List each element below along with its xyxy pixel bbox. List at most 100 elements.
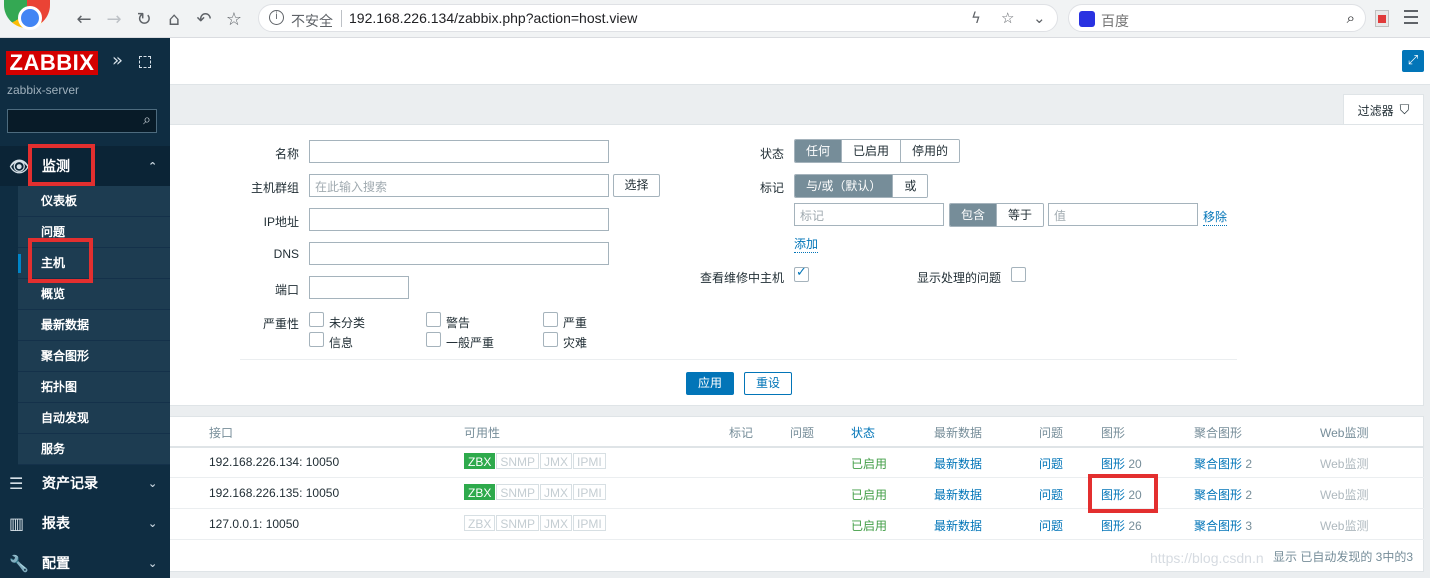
row-web-link: Web监测 [1320,457,1369,471]
status-segmented-control: 任何 已启用 停用的 [794,139,961,163]
row-divider [170,508,1424,509]
row-latest-data-link[interactable]: 最新数据 [934,455,982,472]
sidebar-item-services[interactable]: 服务 [18,434,170,465]
dns-input[interactable] [309,242,609,265]
row-status[interactable]: 已启用 [851,486,887,503]
screens-link-label: 聚合图形 [1194,488,1243,502]
collapse-sidebar-icon[interactable]: » [112,50,123,71]
fullscreen-icon[interactable]: ⤢ [1402,50,1424,72]
nav-section-inventory[interactable]: ☰ 资产记录 ⌄ [0,463,170,503]
sidebar-item-hosts[interactable]: 主机 [18,248,170,279]
kiosk-mode-icon[interactable] [139,56,151,68]
pdf-icon[interactable] [1375,10,1389,27]
status-option-disabled[interactable]: 停用的 [901,140,960,162]
tag-eval-and-or[interactable]: 与/或（默认） [795,175,894,197]
graphs-link-label: 图形 [1101,457,1126,471]
lightning-icon[interactable]: ϟ [971,9,981,27]
select-hostgroup-button[interactable]: 选择 [613,174,660,197]
nav-section-monitoring[interactable]: 👁 监测 ⌃ [0,146,170,186]
severity-checkbox-not-classified[interactable] [309,312,324,327]
row-problems-link[interactable]: 问题 [1039,486,1063,503]
graphs-link-label: 图形 [1101,488,1126,502]
table-footer-count: 显示 已自动发现的 3中的3 [1273,550,1414,564]
filter-divider [240,359,1237,360]
sidebar-item-problems[interactable]: 问题 [18,217,170,248]
chevron-down-icon[interactable]: ⌄ [1033,9,1046,27]
status-option-enabled[interactable]: 已启用 [842,140,902,162]
ip-input[interactable] [309,208,609,231]
screens-link-label: 聚合图形 [1194,519,1243,533]
reload-icon[interactable]: ↻ [133,8,155,30]
status-option-any[interactable]: 任何 [795,140,843,162]
row-screens-link[interactable]: 聚合图形 2 [1194,455,1252,472]
search-icon[interactable]: ⌕ [1347,9,1355,27]
row-problems-link[interactable]: 问题 [1039,455,1063,472]
search-icon[interactable]: ⌕ [143,112,151,128]
row-status[interactable]: 已启用 [851,517,887,534]
tag-op-equals[interactable]: 等于 [997,204,1044,226]
nav-section-reports[interactable]: ▥ 报表 ⌄ [0,503,170,543]
status-label: 状态 [759,147,784,161]
severity-checkbox-information[interactable] [309,332,324,347]
tag-value-input[interactable]: 值 [1048,203,1198,226]
back-icon[interactable]: ← [73,8,95,30]
browser-search-box[interactable]: 百度 ⌕ [1068,4,1366,32]
row-screens-link[interactable]: 聚合图形 2 [1194,486,1252,503]
severity-checkbox-warning[interactable] [426,312,441,327]
undo-icon[interactable]: ↶ [193,8,215,30]
url-text[interactable]: 192.168.226.134/zabbix.php?action=host.v… [349,10,637,26]
row-graphs-link[interactable]: 图形 20 [1101,486,1142,503]
severity-checkbox-average[interactable] [426,332,441,347]
home-icon[interactable]: ⌂ [163,8,185,30]
tag-eval-or[interactable]: 或 [893,175,928,197]
favorite-star-icon[interactable]: ☆ [1001,9,1014,27]
tag-op-contains[interactable]: 包含 [950,204,998,226]
hostgroup-label: 主机群组 [250,181,299,195]
reset-button[interactable]: 重设 [744,372,792,395]
info-icon[interactable]: i [269,10,284,25]
apply-button[interactable]: 应用 [686,372,734,395]
row-problems-link[interactable]: 问题 [1039,517,1063,534]
row-web-link: Web监测 [1320,519,1369,533]
hostgroup-input[interactable]: 在此输入搜索 [309,174,609,197]
severity-checkbox-high[interactable] [543,312,558,327]
sidebar-item-screens[interactable]: 聚合图形 [18,341,170,372]
row-latest-data-link[interactable]: 最新数据 [934,486,982,503]
dns-label: DNS [273,247,299,261]
remove-tag-link[interactable]: 移除 [1203,208,1228,226]
sidebar-item-discovery[interactable]: 自动发现 [18,403,170,434]
column-header-status[interactable]: 状态 [851,424,875,441]
sidebar-item-latest-data[interactable]: 最新数据 [18,310,170,341]
forward-icon[interactable]: → [103,8,125,30]
row-status[interactable]: 已启用 [851,455,887,472]
row-graphs-link[interactable]: 图形 26 [1101,517,1142,534]
port-input[interactable] [309,276,409,299]
chevron-down-icon: ⌄ [148,476,158,490]
tag-name-input[interactable]: 标记 [794,203,944,226]
add-tag-link[interactable]: 添加 [794,235,819,253]
severity-option-label: 信息 [329,336,354,350]
row-screens-link[interactable]: 聚合图形 3 [1194,517,1252,534]
column-header-interface[interactable]: 接口 [209,424,233,441]
row-latest-data-link[interactable]: 最新数据 [934,517,982,534]
nav-section-label: 配置 [42,555,70,571]
column-header-screens: 聚合图形 [1194,426,1243,440]
row-graphs-link[interactable]: 图形 20 [1101,455,1142,472]
sidebar-search-input[interactable]: ⌕ [7,109,157,133]
column-header-web: Web监测 [1320,426,1369,440]
bookmark-star-icon[interactable]: ☆ [223,8,245,30]
address-bar[interactable]: i 不安全 192.168.226.134/zabbix.php?action=… [258,4,1058,32]
zabbix-logo[interactable]: ZABBIX [6,51,98,75]
maintenance-checkbox[interactable] [794,265,809,282]
browser-menu-icon[interactable] [1404,10,1418,26]
sidebar-item-maps[interactable]: 拓扑图 [18,372,170,403]
nav-section-configuration[interactable]: 🔧 配置 ⌄ [0,543,170,578]
sidebar-item-overview[interactable]: 概览 [18,279,170,310]
tab-filter[interactable]: 过滤器 ⛉ [1343,94,1424,125]
suppressed-checkbox[interactable] [1011,267,1026,282]
table-header-divider [170,446,1424,448]
sidebar-item-dashboard[interactable]: 仪表板 [18,186,170,217]
name-input[interactable] [309,140,609,163]
bar-chart-icon: ▥ [9,513,25,533]
severity-checkbox-disaster[interactable] [543,332,558,347]
